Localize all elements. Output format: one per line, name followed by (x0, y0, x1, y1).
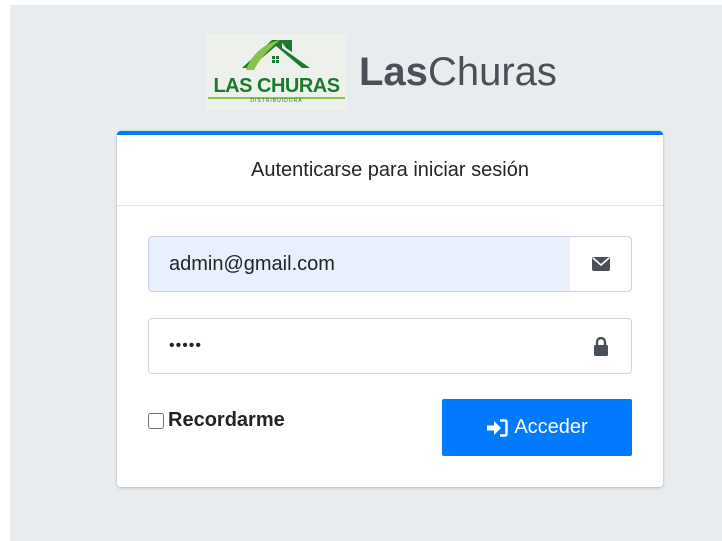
password-input[interactable] (149, 319, 570, 373)
login-button-label: Acceder (514, 416, 588, 438)
login-button[interactable]: Acceder (442, 399, 632, 456)
login-card-header: Autenticarse para iniciar sesión (117, 135, 663, 206)
remember-me[interactable]: Recordarme (148, 409, 285, 432)
brand-name[interactable]: LasChuras (359, 52, 557, 92)
email-input-group (148, 236, 632, 292)
logo-subtext: DISTRIBUIDORA (250, 98, 303, 104)
brand[interactable]: LAS CHURAS DISTRIBUIDORA LasChuras (206, 34, 557, 110)
password-input-group (148, 318, 632, 374)
login-card: Autenticarse para iniciar sesión Recorda… (117, 131, 663, 487)
lock-icon (570, 319, 631, 373)
logo-text: LAS CHURAS (213, 75, 340, 97)
email-input[interactable] (149, 237, 570, 291)
sign-in-icon (487, 418, 509, 437)
envelope-icon (570, 237, 631, 291)
remember-label: Recordarme (168, 409, 285, 431)
company-logo: LAS CHURAS DISTRIBUIDORA (206, 34, 347, 110)
remember-checkbox[interactable] (148, 412, 164, 429)
brand-name-regular: Churas (427, 50, 557, 94)
brand-name-bold: Las (359, 50, 428, 94)
